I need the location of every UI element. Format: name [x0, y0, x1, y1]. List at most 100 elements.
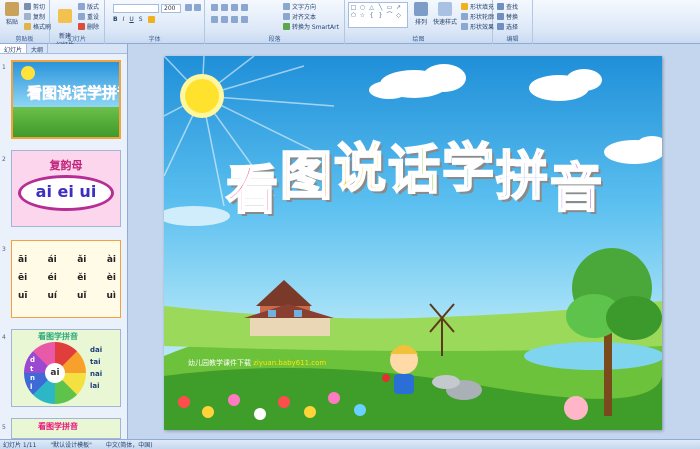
title-char: 说	[333, 138, 387, 200]
shape-fill-button[interactable]: 形状填充	[461, 2, 494, 11]
text-direction-icon	[283, 3, 290, 10]
current-slide[interactable]: 看图说话学拼音 幼儿园教学课件下载 ziyuan.baby611.com	[164, 56, 662, 430]
numbering-icon[interactable]	[221, 4, 228, 11]
drawing-label: 绘图	[412, 36, 425, 43]
footer-url[interactable]: ziyuan.baby611.com	[253, 359, 326, 367]
select-button[interactable]: 选择	[497, 22, 518, 31]
slides-group: 新建 幻灯片 版式 重设 删除 幻灯片	[50, 0, 105, 49]
pinyin-grid: āi ái ǎi ài ēi éi ěi èi uī uí uǐ uì	[18, 255, 116, 309]
justify-icon[interactable]	[241, 16, 248, 23]
pinyin-cell: ěi	[77, 273, 87, 283]
brush-icon	[24, 23, 31, 30]
spoke-label: n	[30, 374, 35, 382]
pinyin-cell: ǎi	[77, 255, 87, 265]
thumb-number: 2	[2, 156, 6, 163]
spoke-label: t	[30, 365, 34, 373]
align-text-icon	[283, 13, 290, 20]
pinyin-cell: uí	[47, 291, 58, 301]
align-center-icon[interactable]	[221, 16, 228, 23]
pinyin-cell: ái	[47, 255, 57, 265]
slide-thumbnail-2[interactable]: 复韵母 ai ei ui	[11, 150, 121, 227]
thumb-number: 4	[2, 334, 6, 341]
thumb-number: 3	[2, 246, 6, 253]
title-char: 拼	[495, 146, 549, 208]
editing-label: 编辑	[506, 36, 519, 43]
spoke-label: d	[30, 356, 36, 364]
paste-button[interactable]: 粘贴	[2, 2, 22, 26]
spoke-label: l	[30, 383, 33, 391]
delete-icon	[78, 23, 85, 30]
grow-font-icon[interactable]	[185, 4, 192, 11]
increase-indent-icon[interactable]	[241, 4, 248, 11]
shrink-font-icon[interactable]	[194, 4, 201, 11]
shape-outline-button[interactable]: 形状轮廓	[461, 12, 494, 21]
quick-styles-button[interactable]: 快速样式	[431, 2, 459, 26]
find-button[interactable]: 查找	[497, 2, 518, 11]
thumb-number: 5	[2, 424, 6, 431]
replace-button[interactable]: 替换	[497, 12, 518, 21]
bold-icon[interactable]: B	[113, 16, 118, 23]
wheel-center: ai	[45, 363, 65, 383]
shape-effects-button[interactable]: 形状效果	[461, 22, 494, 31]
pinyin-cell: èi	[106, 273, 116, 283]
smartart-button[interactable]: 转换为 SmartArt	[283, 22, 339, 31]
editing-group: 查找 替换 选择 编辑	[493, 0, 533, 44]
tab-outline[interactable]: 大纲	[27, 44, 49, 54]
scissors-icon	[24, 3, 31, 10]
layout-button[interactable]: 版式	[78, 2, 99, 11]
title-char: 音	[549, 158, 603, 220]
pinyin-cell: āi	[18, 255, 28, 265]
language-indicator: 中文(简体，中国)	[105, 442, 153, 449]
paragraph-label: 段落	[268, 36, 281, 43]
bullets-icon[interactable]	[211, 4, 218, 11]
tab-slides[interactable]: 幻灯片	[0, 44, 28, 54]
slides-label: 幻灯片	[67, 36, 86, 43]
select-icon	[497, 23, 504, 30]
underline-icon[interactable]: U	[129, 16, 133, 23]
arrange-button[interactable]: 排列	[411, 2, 431, 26]
delete-slide-button[interactable]: 删除	[78, 22, 99, 31]
pinyin-cell: ēi	[18, 273, 28, 283]
sun-icon	[21, 66, 35, 80]
thumb-number: 1	[2, 64, 6, 71]
slide-editor: 看图说话学拼音 幼儿园教学课件下载 ziyuan.baby611.com	[128, 44, 700, 439]
slide-footer: 幼儿园教学课件下载 ziyuan.baby611.com	[188, 358, 326, 368]
reset-button[interactable]: 重设	[78, 12, 99, 21]
slide-thumbnail-1[interactable]: 看图说话学拼音	[11, 60, 121, 139]
align-left-icon[interactable]	[211, 16, 218, 23]
copy-button[interactable]: 复制	[24, 12, 45, 21]
shapes-gallery[interactable]: □ ○ △ ╲ ▭ ↗ ⬠ ☆{} ⌒ ◇	[348, 2, 408, 28]
ribbon: 粘贴 剪切 复制 格式刷 剪贴板 新建 幻灯片 版式 重设 删除 幻灯片 200…	[0, 0, 700, 49]
italic-icon[interactable]: I	[123, 16, 125, 23]
format-painter-button[interactable]: 格式刷	[24, 22, 51, 31]
clipboard-group: 粘贴 剪切 复制 格式刷 剪贴板	[0, 0, 51, 44]
house-icon	[244, 280, 334, 336]
pinyin-cell: uǐ	[77, 291, 87, 301]
slide-thumbnail-5[interactable]: 看图学拼音	[11, 418, 121, 439]
font-color-icon[interactable]	[147, 16, 155, 23]
font-size-combo[interactable]: 200	[161, 4, 181, 13]
slide-thumbnail-4[interactable]: 看图学拼音 ai dai tai nai lai d t n l	[11, 329, 121, 407]
spoke-label: dai	[90, 346, 103, 354]
thumb-title: 看图说话学拼音	[27, 84, 119, 103]
strikethrough-icon[interactable]: S	[139, 16, 143, 23]
thumb-title: 看图学拼音	[38, 332, 78, 341]
font-name-combo[interactable]	[113, 4, 159, 13]
slide-thumbnail-3[interactable]: āi ái ǎi ài ēi éi ěi èi uī uí uǐ uì	[11, 240, 121, 318]
arrange-icon	[414, 2, 428, 16]
outline-icon	[461, 13, 468, 20]
align-text-button[interactable]: 对齐文本	[283, 12, 316, 21]
slides-pane: 幻灯片 大纲 1 看图说话学拼音 2 复韵母 ai ei ui 3 āi ái ǎi…	[0, 44, 128, 439]
text-direction-button[interactable]: 文字方向	[283, 2, 316, 11]
spoke-label: lai	[90, 382, 100, 390]
girl-icon	[564, 396, 588, 420]
align-right-icon[interactable]	[231, 16, 238, 23]
cut-button[interactable]: 剪切	[24, 2, 45, 11]
smartart-icon	[283, 23, 290, 30]
lollipop-icon	[382, 374, 390, 382]
reset-icon	[78, 13, 85, 20]
slide-counter: 幻灯片 1/11	[3, 442, 37, 449]
drawing-group: □ ○ △ ╲ ▭ ↗ ⬠ ☆{} ⌒ ◇ 排列 快速样式 形状填充 形状轮廓 形状效果 绘图	[345, 0, 494, 44]
decrease-indent-icon[interactable]	[231, 4, 238, 11]
pinyin-cell: ài	[106, 255, 116, 265]
